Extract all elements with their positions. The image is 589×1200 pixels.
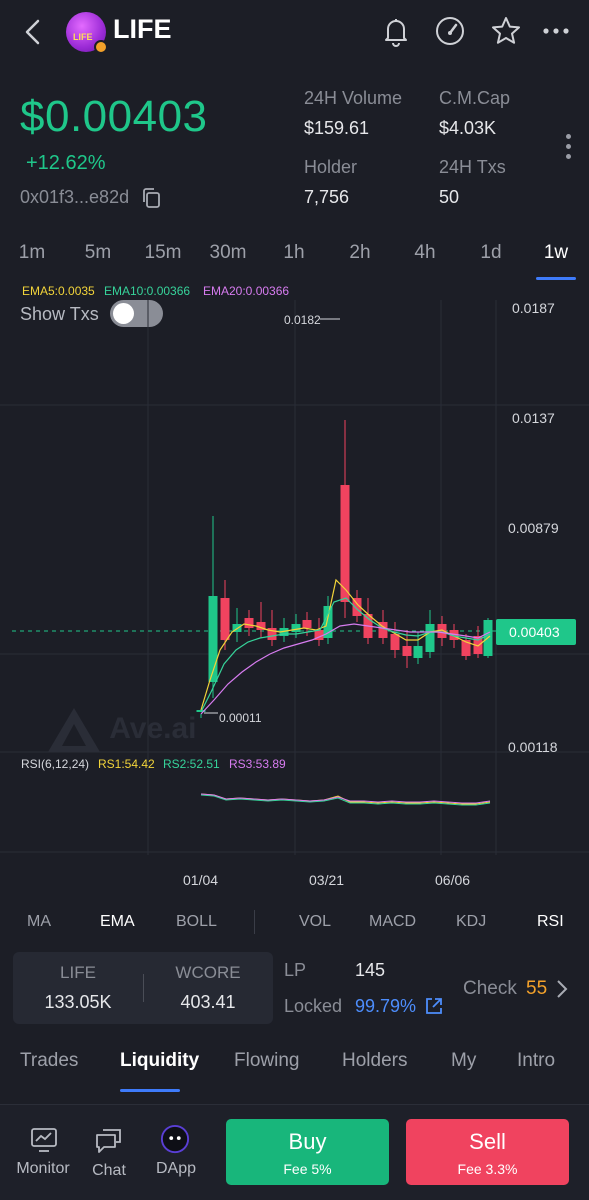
external-link-icon[interactable] [424,996,444,1016]
timeframe-tab-30m[interactable]: 30m [198,242,258,282]
indicator-divider [254,910,255,934]
y-tick-label: 0.00118 [508,739,558,755]
monitor-icon[interactable] [29,1125,59,1155]
timeframe-tab-1h[interactable]: 1h [264,242,324,282]
tab-liquidity[interactable]: Liquidity [120,1050,199,1072]
candle-body [390,634,400,650]
holder-label: Holder [304,157,358,177]
sell-button[interactable]: Sell Fee 3.3% [406,1119,569,1185]
price-change: +12.62% [26,152,106,174]
locked-label: Locked [284,996,343,1016]
timeframe-tab-15m[interactable]: 15m [133,242,193,282]
more-icon[interactable] [540,14,574,48]
buy-button[interactable]: Buy Fee 5% [226,1119,389,1185]
current-price-tag: 0.00403 [496,619,576,645]
txs-value: 50 [439,187,460,207]
timeframe-tab-5m[interactable]: 5m [68,242,128,282]
monitor-label[interactable]: Monitor [8,1160,78,1178]
chat-icon[interactable] [94,1125,124,1155]
check-label[interactable]: Check [463,978,517,1000]
rs1-legend: RS1:54.42 [98,757,155,771]
contract-address[interactable]: 0x01f3...e82d [20,187,129,208]
price-chart[interactable]: 0.0182 0.00011 [0,280,589,870]
txs-label: 24H Txs [439,157,506,177]
locked-value: 99.79% [355,996,417,1016]
y-tick-label: 0.0137 [512,410,555,426]
card-divider [143,974,144,1002]
speedometer-icon[interactable] [433,14,467,48]
copy-icon[interactable] [141,187,161,209]
token-price: $0.00403 [20,92,208,141]
buy-label: Buy [288,1129,327,1154]
buy-fee: Fee 5% [283,1161,332,1177]
pool-pair-label: WCORE [175,963,241,982]
indicator-ema[interactable]: EMA [100,913,135,931]
x-tick-label: 06/06 [435,872,471,888]
candle-body [291,624,301,632]
lp-value: 145 [355,960,386,980]
pool-token-label: LIFE [60,963,96,982]
indicator-boll[interactable]: BOLL [176,913,217,931]
candle-body [244,618,254,628]
market-cap-label: C.M.Cap [439,88,511,108]
indicator-kdj[interactable]: KDJ [456,913,486,931]
star-icon[interactable] [489,14,523,48]
volume-label: 24H Volume [304,88,403,108]
indicator-ma[interactable]: MA [27,913,51,931]
tab-trades[interactable]: Trades [20,1050,78,1072]
tab-holders[interactable]: Holders [342,1050,407,1072]
tab-my[interactable]: My [451,1050,476,1072]
indicator-vol[interactable]: VOL [299,913,331,931]
tab-intro[interactable]: Intro [517,1050,555,1072]
chat-label[interactable]: Chat [74,1162,144,1180]
timeframe-tab-2h[interactable]: 2h [330,242,390,282]
candle-body [208,596,218,682]
low-price-label: 0.00011 [219,711,262,725]
x-tick-label: 01/04 [183,872,219,888]
sell-fee: Fee 3.3% [457,1161,518,1177]
ave-logo-icon [48,708,100,752]
holder-value: 7,756 [304,187,350,207]
x-tick-label: 03/21 [309,872,345,888]
candle-body [220,598,230,640]
lp-label: LP [284,960,307,980]
dapp-label[interactable]: DApp [141,1160,211,1178]
ave-watermark: Ave.ai [46,706,197,754]
sell-label: Sell [469,1129,506,1154]
pool-token-value: 133.05K [44,992,112,1012]
vertical-more-icon[interactable] [562,134,574,162]
market-cap-value: $4.03K [439,118,497,138]
timeframe-tab-4h[interactable]: 4h [395,242,455,282]
chevron-right-icon[interactable] [554,978,570,1000]
volume-value: $159.61 [304,118,370,138]
bell-icon[interactable] [379,14,413,48]
token-symbol: LIFE [113,14,172,44]
y-tick-label: 0.00879 [508,520,559,536]
indicator-macd[interactable]: MACD [369,913,416,931]
rs2-legend: RS2:52.51 [163,757,220,771]
bottom-tab-underline [120,1089,180,1092]
timeframe-tab-1d[interactable]: 1d [461,242,521,282]
rs3-legend: RS3:53.89 [229,757,286,771]
token-logo: LIFE [66,12,108,54]
high-price-label: 0.0182 [284,313,321,327]
candle-body [340,485,350,602]
candle-body [413,646,423,658]
pool-pair-value: 403.41 [180,992,236,1012]
timeframe-tab-1m[interactable]: 1m [2,242,62,282]
candle-body [302,620,312,628]
dapp-icon[interactable] [160,1124,190,1154]
tab-flowing[interactable]: Flowing [234,1050,299,1072]
y-tick-label: 0.0187 [512,300,555,316]
timeframe-tab-1w[interactable]: 1w [526,242,586,282]
check-score[interactable]: 55 [526,978,547,1000]
candle-body [402,646,412,656]
ema20-line [200,623,491,715]
rsi-legend-label: RSI(6,12,24) [21,757,90,771]
back-arrow-icon[interactable] [18,16,48,48]
candle-body [425,624,435,652]
header: LIFE LIFE [0,0,589,64]
indicator-rsi[interactable]: RSI [537,913,564,931]
